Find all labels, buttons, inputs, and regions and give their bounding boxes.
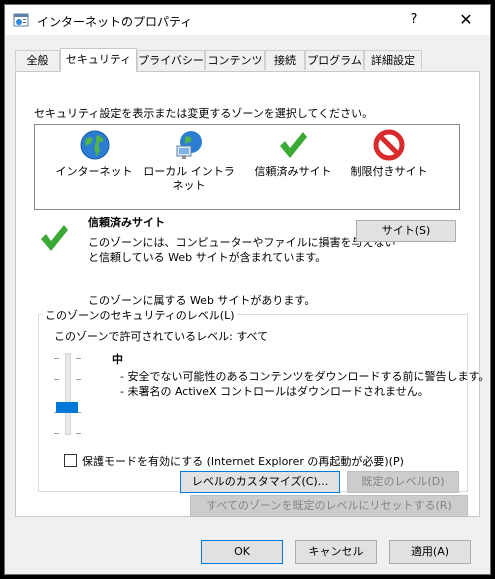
default-level-button[interactable]: 既定のレベル(D) — [347, 471, 459, 493]
ok-button[interactable]: OK — [201, 540, 283, 564]
properties-window: インターネットのプロパティ ? ✕ 全般 セキュリティ プライバシー コンテンツ… — [4, 4, 491, 575]
close-button[interactable]: ✕ — [443, 5, 489, 35]
zone-instruction: セキュリティ設定を表示または変更するゾーンを選択してください。 — [34, 107, 374, 120]
tab-connections[interactable]: 接続 — [265, 50, 305, 70]
zone-trusted-label: 信頼済みサイト — [254, 165, 332, 178]
level-bullet-1: - 安全でない可能性のあるコンテンツをダウンロードする前に警告します。 — [120, 370, 490, 383]
trusted-checkmark-icon — [41, 225, 68, 251]
checkmark-icon — [280, 132, 307, 158]
tab-content[interactable]: コンテンツ — [205, 50, 265, 70]
apply-button[interactable]: 適用(A) — [389, 540, 471, 564]
zone-internet-label: インターネット — [55, 165, 133, 178]
zone-intranet-label: ローカル イントラネット — [143, 165, 235, 192]
protected-mode-checkbox[interactable] — [64, 454, 77, 467]
tab-programs[interactable]: プログラム — [305, 50, 364, 70]
internet-options-icon — [13, 13, 29, 27]
level-bullet-2: - 未署名の ActiveX コントロールはダウンロードされません。 — [120, 385, 429, 398]
cancel-button[interactable]: キャンセル — [295, 540, 377, 564]
slider-thumb[interactable] — [56, 402, 78, 413]
security-panel: セキュリティ設定を表示または変更するゾーンを選択してください。 インターネット — [15, 71, 489, 517]
title-bar[interactable]: インターネットのプロパティ ? ✕ — [5, 5, 490, 35]
tab-advanced[interactable]: 詳細設定 — [364, 50, 422, 70]
protected-mode-label[interactable]: 保護モードを有効にする (Internet Explorer の再起動が必要)(… — [82, 453, 404, 469]
zone-description-line2: と信頼している Web サイトが含まれています。 — [88, 251, 327, 264]
zone-sites-note: このゾーンに属する Web サイトがあります。 — [88, 294, 316, 307]
tab-security[interactable]: セキュリティ — [60, 48, 137, 72]
window-title: インターネットのプロパティ — [37, 15, 193, 29]
reset-all-zones-button[interactable]: すべてのゾーンを既定のレベルにリセットする(R) — [190, 495, 468, 517]
restricted-icon — [373, 129, 405, 161]
allowed-levels-text: このゾーンで許可されているレベル: すべて — [54, 330, 269, 343]
tab-general[interactable]: 全般 — [15, 50, 60, 70]
security-level-slider[interactable] — [65, 353, 71, 435]
zone-restricted-label: 制限付きサイト — [350, 165, 428, 178]
help-button[interactable]: ? — [397, 5, 431, 35]
tab-privacy[interactable]: プライバシー — [137, 50, 205, 70]
zone-description-line1: このゾーンには、コンピューターやファイルに損害を与えない — [88, 236, 396, 249]
security-level-name: 中 — [112, 353, 123, 366]
security-level-legend: このゾーンのセキュリティのレベル(L) — [43, 307, 237, 323]
intranet-icon — [176, 131, 202, 159]
zone-list: インターネット ローカル イントラネット 信頼済みサイト 制限付きサイト — [34, 124, 460, 210]
globe-icon — [80, 130, 110, 160]
custom-level-button[interactable]: レベルのカスタマイズ(C)... — [180, 471, 340, 493]
sites-button[interactable]: サイト(S) — [356, 220, 456, 242]
selected-zone-name: 信頼済みサイト — [88, 216, 165, 229]
